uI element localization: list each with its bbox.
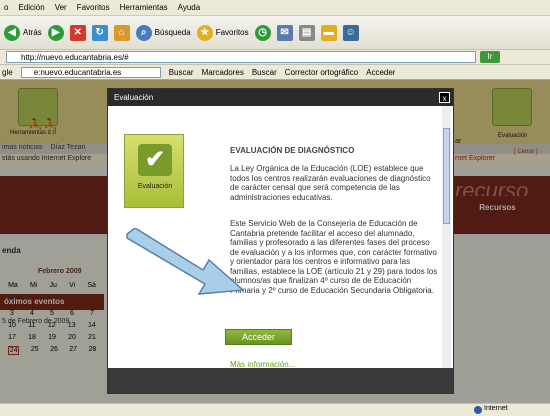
spellcheck-button[interactable]: Corrector ortográfico <box>285 68 358 77</box>
evaluacion-icon-label: Evaluación <box>137 183 173 190</box>
dialog-title: Evaluación <box>108 89 453 106</box>
checkmark-icon: ✔ <box>138 144 172 176</box>
menu-help[interactable]: Ayuda <box>178 3 201 12</box>
annotation-arrow-icon <box>126 228 245 295</box>
folder-icon[interactable]: ▬ <box>320 24 337 41</box>
menu-favorites[interactable]: Favoritos <box>77 3 110 12</box>
search-icon: ⌕ <box>135 24 152 41</box>
forward-arrow-icon[interactable]: ▶ <box>47 24 64 41</box>
google-toolbar: gle e:nuevo.educantabria.es Buscar Marca… <box>0 65 550 80</box>
dialog-paragraph-1: La Ley Orgánica de la Educación (LOE) es… <box>230 164 431 202</box>
google-search2-button[interactable]: Buscar <box>252 68 277 77</box>
back-button[interactable]: ◀ Atrás <box>4 24 42 41</box>
google-search-button[interactable]: Buscar <box>169 68 194 77</box>
star-icon: ★ <box>196 24 213 41</box>
status-zone: Internet <box>484 405 508 412</box>
close-icon[interactable]: x <box>439 92 450 103</box>
browser-toolbar: ◀ Atrás ▶ ✕ ↻ ⌂ ⌕ Búsqueda ★ Favoritos ◷… <box>0 16 550 50</box>
favorites-button[interactable]: ★ Favoritos <box>196 24 249 41</box>
home-icon[interactable]: ⌂ <box>113 24 130 41</box>
evaluacion-icon: ✔ Evaluación <box>124 134 184 208</box>
stop-icon[interactable]: ✕ <box>69 24 86 41</box>
menu-tools[interactable]: Herramientas <box>120 3 168 12</box>
signin-button[interactable]: Acceder <box>366 68 395 77</box>
address-bar: http://nuevo.educantabria.es/# Ir <box>0 50 550 65</box>
globe-icon <box>474 406 482 414</box>
mail-icon[interactable]: ✉ <box>276 24 293 41</box>
dialog-paragraph-2: Este Servicio Web de la Consejería de Ed… <box>230 219 438 295</box>
history-icon[interactable]: ◷ <box>254 24 271 41</box>
acceder-button[interactable]: Acceder <box>225 329 292 345</box>
menu-view[interactable]: Ver <box>55 3 67 12</box>
status-bar: Internet <box>0 403 550 416</box>
refresh-icon[interactable]: ↻ <box>91 24 108 41</box>
messenger-icon[interactable]: ☺ <box>342 24 359 41</box>
dialog-heading: EVALUACIÓN DE DIAGNÓSTICO <box>230 146 355 155</box>
address-input[interactable]: http://nuevo.educantabria.es/# <box>6 51 476 63</box>
menu-edit[interactable]: Edición <box>18 3 44 12</box>
dialog-footer <box>108 368 453 393</box>
google-logo: gle <box>2 67 13 77</box>
print-icon[interactable]: ▤ <box>298 24 315 41</box>
scrollbar-thumb[interactable] <box>443 128 450 224</box>
go-button[interactable]: Ir <box>480 51 500 63</box>
google-search-input[interactable]: e:nuevo.educantabria.es <box>20 66 161 78</box>
menu-file[interactable]: o <box>4 3 8 12</box>
back-arrow-icon: ◀ <box>4 24 20 41</box>
search-button[interactable]: ⌕ Búsqueda <box>135 24 191 41</box>
bookmarks-button[interactable]: Marcadores <box>202 68 244 77</box>
menu-bar: o Edición Ver Favoritos Herramientas Ayu… <box>0 0 550 16</box>
